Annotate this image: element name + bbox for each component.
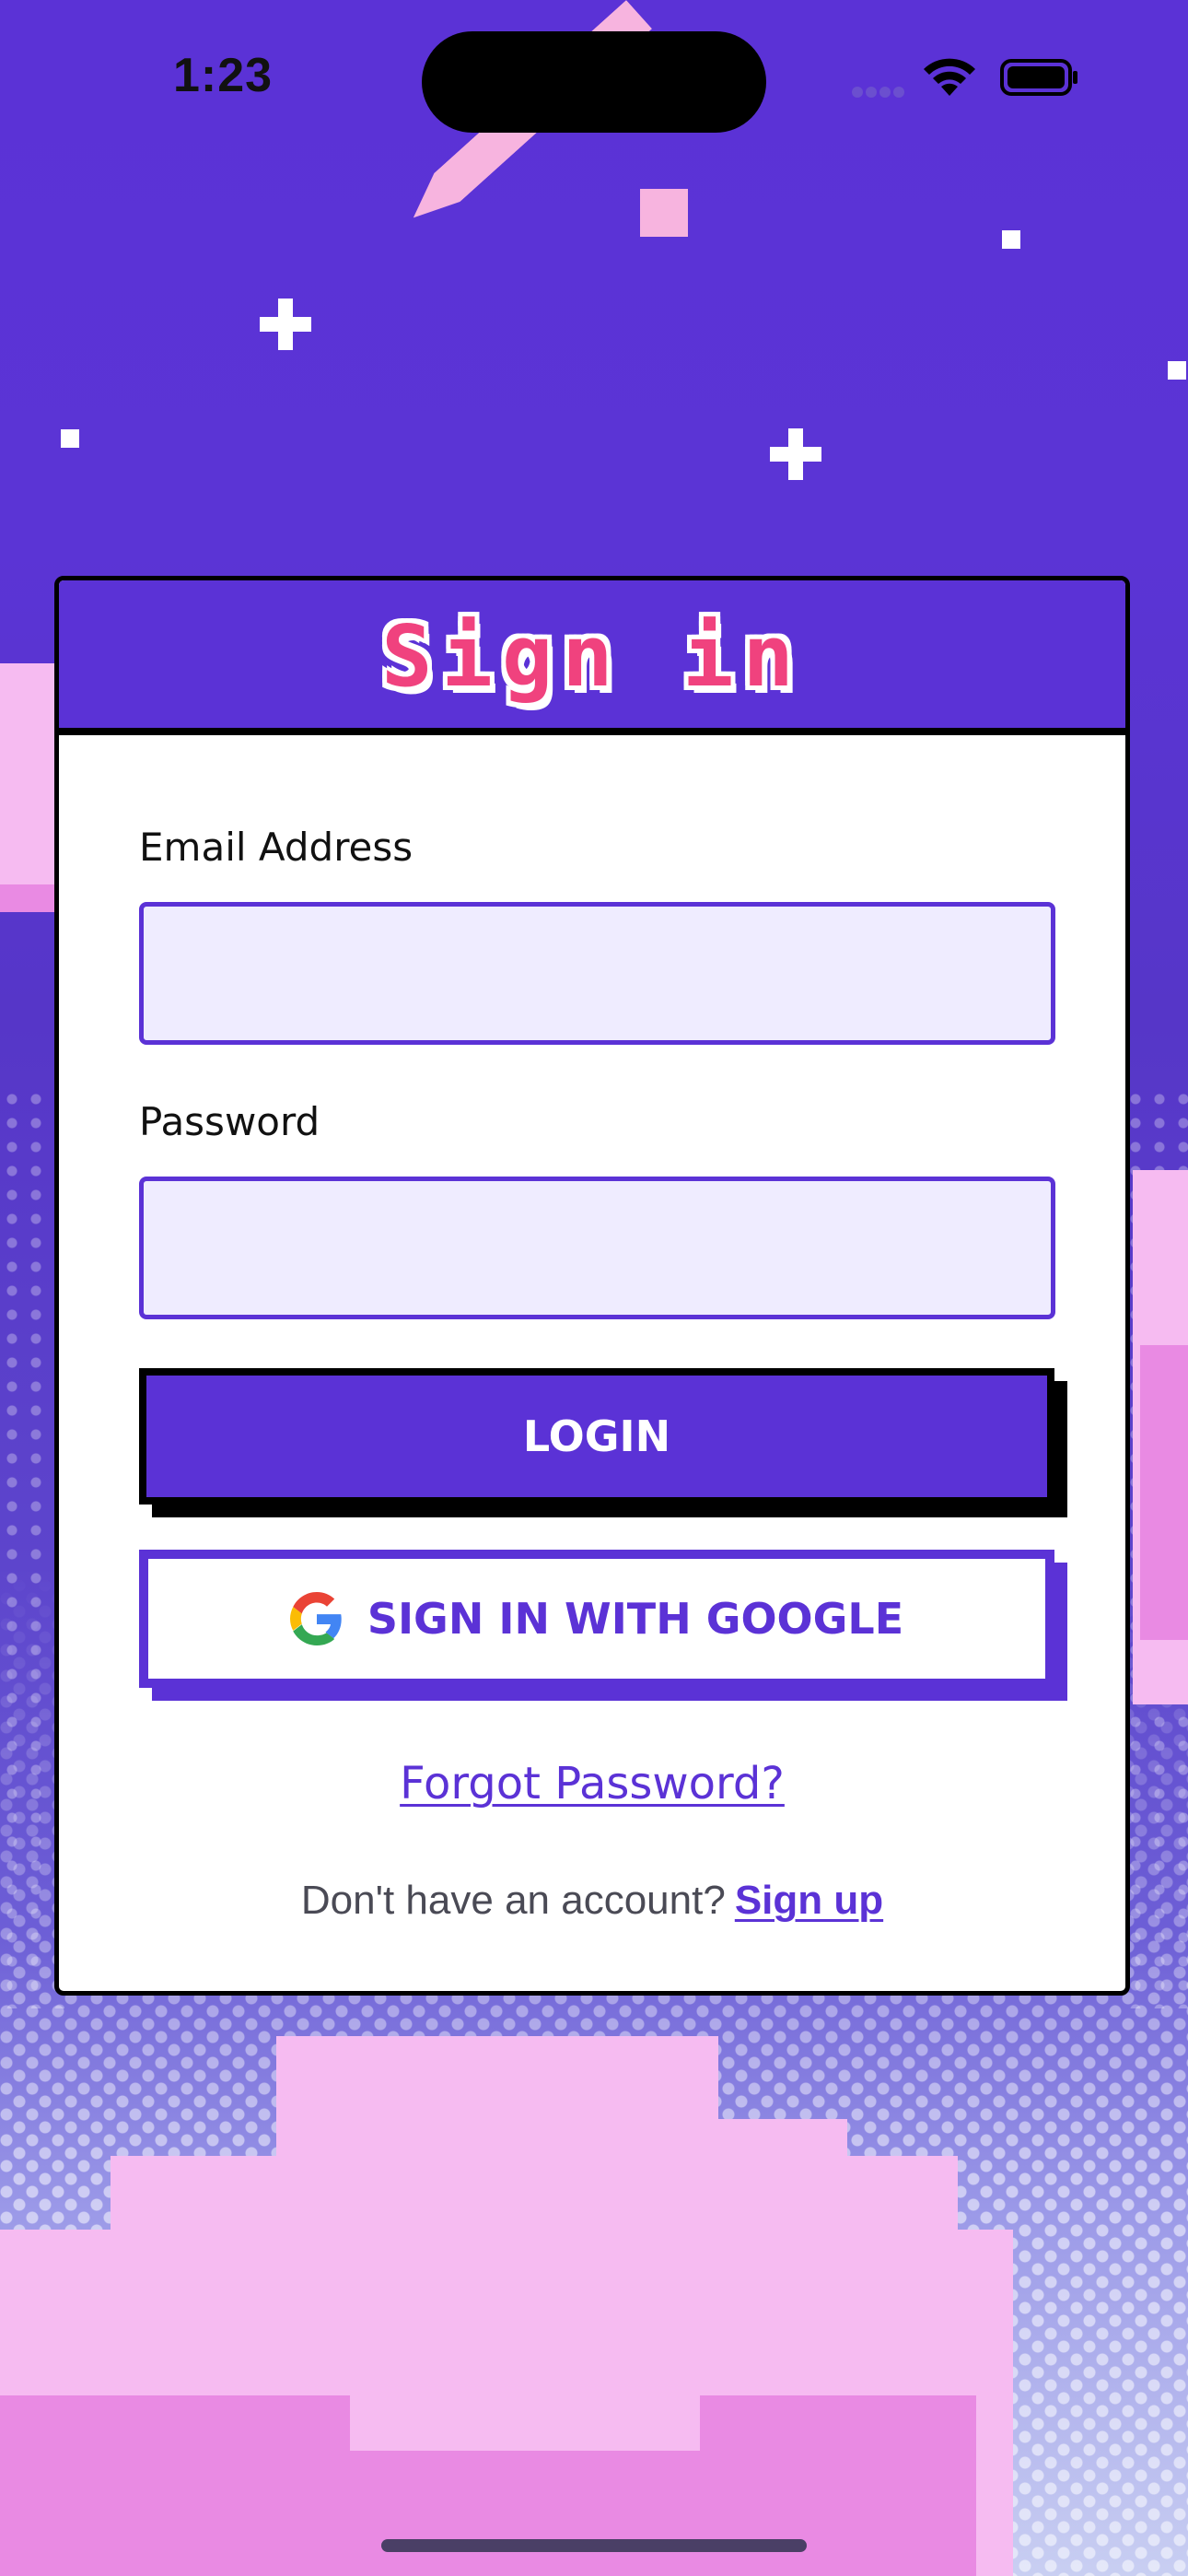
sign-up-link[interactable]: Sign up — [735, 1878, 883, 1923]
cloud-bottom-shade — [0, 2395, 350, 2576]
star-icon — [260, 299, 311, 350]
google-icon — [289, 1592, 342, 1645]
cloud-bottom — [663, 2119, 847, 2248]
card-title: Sign in — [381, 607, 803, 706]
login-button-label: LOGIN — [522, 1411, 671, 1461]
login-button[interactable]: LOGIN — [139, 1368, 1054, 1505]
home-indicator — [381, 2539, 807, 2552]
signup-prompt: Don't have an account? — [300, 1878, 726, 1923]
login-button-wrapper: LOGIN — [139, 1368, 1067, 1520]
google-button-label: SIGN IN WITH GOOGLE — [367, 1594, 904, 1644]
cloud-left-shade — [0, 884, 55, 912]
sign-in-with-google-button[interactable]: SIGN IN WITH GOOGLE — [139, 1550, 1054, 1688]
status-time: 1:23 — [173, 49, 274, 102]
dynamic-island — [422, 31, 766, 133]
star-dot — [1002, 230, 1020, 249]
forgot-password-row: Forgot Password? — [59, 1758, 1125, 1809]
signup-row: Don't have an account? Sign up — [59, 1878, 1125, 1924]
cloud-bottom-shade — [350, 2451, 700, 2576]
password-label: Password — [139, 1099, 320, 1144]
sign-in-card: Sign in Email Address Password LOGIN SIG… — [54, 576, 1130, 1996]
star-icon — [770, 428, 821, 480]
cellular-signal-icon — [852, 87, 904, 101]
email-field[interactable] — [139, 902, 1055, 1045]
email-label: Email Address — [139, 825, 413, 870]
star-dot — [1168, 361, 1186, 380]
wifi-icon — [924, 58, 975, 96]
forgot-password-link[interactable]: Forgot Password? — [400, 1758, 785, 1809]
google-button-wrapper: SIGN IN WITH GOOGLE — [139, 1550, 1067, 1704]
card-header: Sign in — [59, 580, 1125, 735]
password-field[interactable] — [139, 1177, 1055, 1319]
battery-icon — [1000, 59, 1077, 96]
cloud-right-shade — [1140, 1345, 1188, 1640]
star-dot — [61, 429, 79, 448]
status-bar: 1:23 — [0, 0, 1188, 157]
shooting-star-head — [640, 189, 688, 237]
